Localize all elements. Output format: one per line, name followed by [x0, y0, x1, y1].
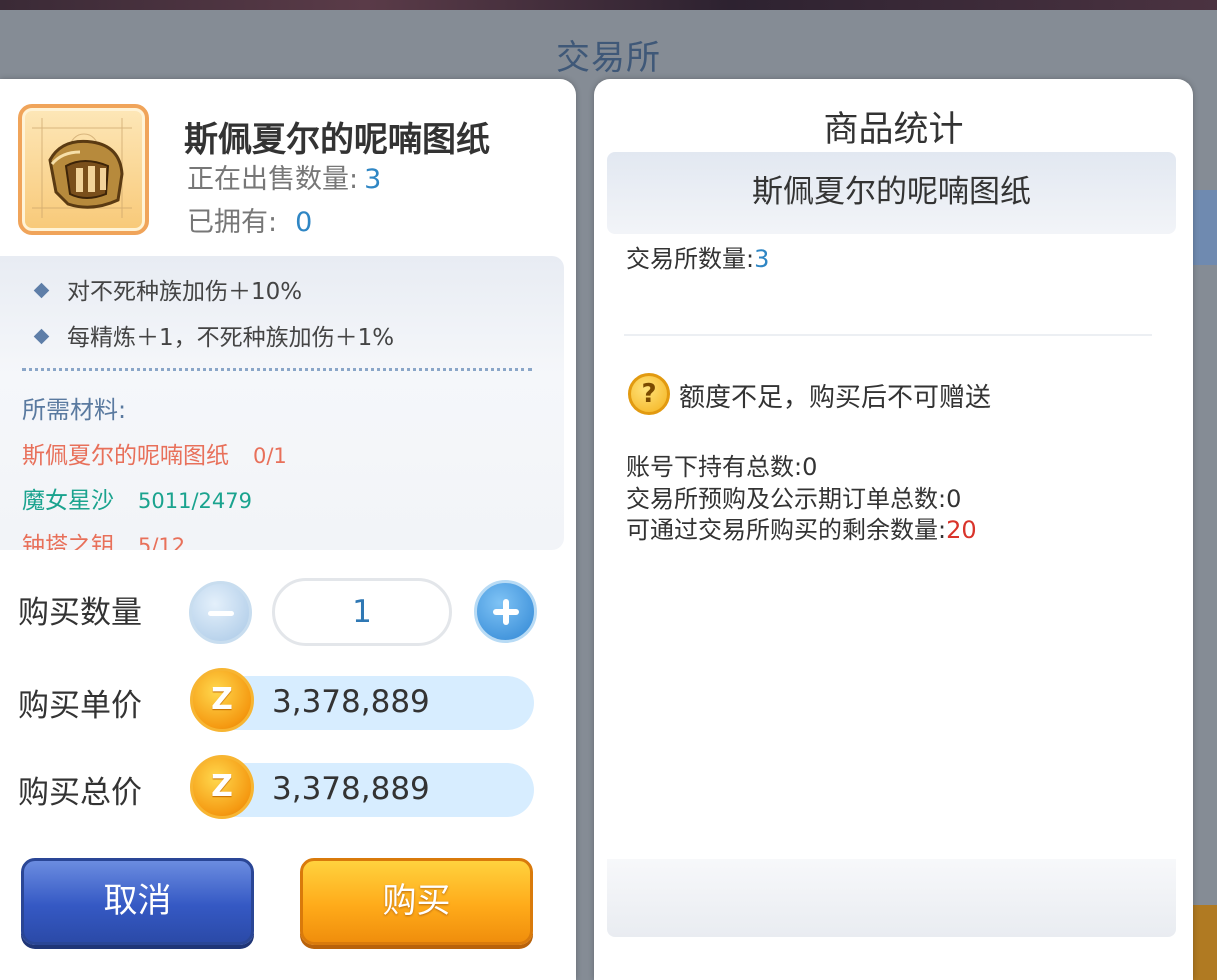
quantity-input[interactable]: 1: [272, 578, 452, 646]
preorder-total: 交易所预购及公示期订单总数:0: [626, 479, 961, 514]
remaining-label: 可通过交易所购买的剩余数量:: [626, 516, 947, 544]
preorder-total-value: 0: [946, 485, 962, 513]
material-name: 魔女星沙: [22, 488, 114, 514]
material-count: 5011/2479: [138, 489, 252, 513]
cancel-button[interactable]: 取消: [21, 858, 254, 945]
zeny-coin-icon: Z: [190, 668, 254, 732]
exchange-title: 交易所: [556, 38, 661, 78]
owned-value: 0: [295, 207, 313, 238]
total-price-value: 3,378,889: [272, 771, 430, 807]
on-sale-label: 正在出售数量:: [187, 164, 359, 195]
section-divider: [22, 368, 532, 371]
unit-price-field: Z 3,378,889: [190, 668, 534, 732]
exchange-count-label: 交易所数量:: [626, 245, 755, 273]
item-stats-panel: 商品统计 斯佩夏尔的呢喃图纸 交易所数量:3 ? 额度不足，购买后不可赠送 账号…: [594, 79, 1193, 980]
account-total-value: 0: [802, 453, 818, 481]
material-count: 5/12: [138, 534, 186, 550]
purchase-panel: 斯佩夏尔的呢喃图纸 正在出售数量: 3 已拥有: 0 对不死种族加伤＋10% 每精炼…: [0, 79, 576, 980]
quantity-label: 购买数量: [18, 595, 142, 631]
material-row: 魔女星沙 5011/2479: [22, 481, 252, 515]
item-name: 斯佩夏尔的呢喃图纸: [184, 120, 490, 160]
total-price-label: 购买总价: [18, 775, 142, 811]
total-price-field: Z 3,378,889: [190, 755, 534, 819]
owned-label: 已拥有:: [187, 207, 278, 238]
owned-count: 已拥有: 0: [187, 200, 312, 239]
bullet-diamond-icon: [33, 328, 50, 345]
zeny-coin-icon: Z: [190, 755, 254, 819]
armor-blueprint-icon: [32, 118, 132, 218]
effect-text: 每精炼＋1，不死种族加伤＋1%: [67, 325, 395, 351]
material-row: 钟塔之钥 5/12: [22, 526, 185, 550]
item-icon: [18, 104, 149, 235]
stats-footer: [607, 859, 1176, 937]
effect-line: 每精炼＋1，不死种族加伤＋1%: [33, 318, 395, 352]
item-details-box[interactable]: 对不死种族加伤＋10% 每精炼＋1，不死种族加伤＋1% 所需材料: 斯佩夏尔的呢…: [0, 256, 564, 550]
stats-item-name: 斯佩夏尔的呢喃图纸: [607, 152, 1176, 234]
account-total-label: 账号下持有总数:: [626, 453, 803, 481]
on-sale-value: 3: [364, 164, 382, 195]
decrease-quantity-button[interactable]: [189, 581, 252, 644]
bullet-diamond-icon: [33, 282, 50, 299]
effect-line: 对不死种族加伤＋10%: [33, 272, 303, 306]
materials-title: 所需材料:: [22, 396, 127, 424]
quota-warning-text: 额度不足，购买后不可赠送: [679, 383, 992, 413]
unit-price-value: 3,378,889: [272, 684, 430, 720]
exchange-count: 交易所数量:3: [626, 239, 769, 274]
remaining-value: 20: [946, 516, 977, 544]
question-icon[interactable]: ?: [628, 373, 670, 415]
on-sale-count: 正在出售数量: 3: [187, 157, 381, 196]
material-name: 斯佩夏尔的呢喃图纸: [22, 443, 229, 469]
buy-button[interactable]: 购买: [300, 858, 533, 945]
stats-title: 商品统计: [823, 110, 964, 150]
unit-price-label: 购买单价: [18, 688, 142, 724]
stats-divider: [624, 334, 1152, 336]
preorder-total-label: 交易所预购及公示期订单总数:: [626, 485, 947, 513]
effect-text: 对不死种族加伤＋10%: [67, 279, 303, 305]
material-count: 0/1: [253, 444, 287, 468]
material-name: 钟塔之钥: [22, 533, 114, 550]
background-scene-strip: [0, 0, 1217, 10]
material-row: 斯佩夏尔的呢喃图纸 0/1: [22, 436, 287, 470]
remaining-quantity: 可通过交易所购买的剩余数量:20: [626, 510, 977, 545]
exchange-count-value: 3: [754, 245, 770, 273]
account-total: 账号下持有总数:0: [626, 447, 817, 482]
increase-quantity-button[interactable]: [474, 580, 537, 643]
